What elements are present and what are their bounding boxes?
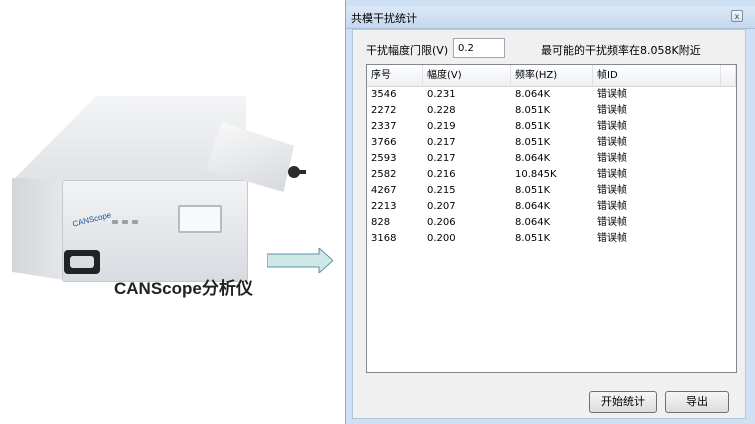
table-cell: 4267 xyxy=(371,185,397,196)
table-cell: 8.051K xyxy=(515,137,551,148)
table-cell: 0.219 xyxy=(427,121,456,132)
table-cell: 2272 xyxy=(371,105,397,116)
table-cell: 错误帧 xyxy=(597,201,627,212)
start-statistics-button[interactable]: 开始统计 xyxy=(589,391,657,413)
table-cell: 0.215 xyxy=(427,185,456,196)
table-row[interactable]: 4267 0.215 8.051K 错误帧 xyxy=(367,183,736,199)
probe-cable xyxy=(288,166,306,178)
table-cell: 错误帧 xyxy=(597,217,627,228)
listview-body: 3546 0.231 8.064K 错误帧 2272 0.228 8.051K 错误帧 2337… xyxy=(367,87,736,247)
column-header-index[interactable]: 序号 xyxy=(367,65,423,86)
table-cell: 2337 xyxy=(371,121,397,132)
table-cell: 0.217 xyxy=(427,137,456,148)
device-slot xyxy=(178,205,222,233)
table-cell: 8.051K xyxy=(515,185,551,196)
table-cell: 2593 xyxy=(371,153,397,164)
close-button[interactable]: x xyxy=(731,10,743,22)
table-cell: 3168 xyxy=(371,233,397,244)
table-row[interactable]: 3766 0.217 8.051K 错误帧 xyxy=(367,135,736,151)
table-cell: 828 xyxy=(371,217,391,228)
column-header-frequency[interactable]: 频率(HZ) xyxy=(511,65,593,86)
arrow-right-icon xyxy=(267,248,333,273)
table-row[interactable]: 828 0.206 8.064K 错误帧 xyxy=(367,215,736,231)
table-cell: 0.231 xyxy=(427,89,456,100)
table-cell: 错误帧 xyxy=(597,185,627,196)
device-leds xyxy=(112,220,142,228)
dialog-title: 共模干扰统计 xyxy=(351,12,417,25)
table-cell: 0.228 xyxy=(427,105,456,116)
table-row[interactable]: 2213 0.207 8.064K 错误帧 xyxy=(367,199,736,215)
product-illustration: CANScope CANScope分析仪 xyxy=(0,0,343,424)
table-cell: 错误帧 xyxy=(597,105,627,116)
column-header-frame-id[interactable]: 帧ID xyxy=(593,65,721,86)
export-button[interactable]: 导出 xyxy=(665,391,729,413)
table-row[interactable]: 3546 0.231 8.064K 错误帧 xyxy=(367,87,736,103)
table-cell: 3546 xyxy=(371,89,397,100)
table-cell: 错误帧 xyxy=(597,169,627,180)
table-cell: 错误帧 xyxy=(597,121,627,132)
table-cell: 2213 xyxy=(371,201,397,212)
table-cell: 错误帧 xyxy=(597,233,627,244)
table-cell: 8.051K xyxy=(515,121,551,132)
device-side xyxy=(12,178,64,280)
threshold-input[interactable] xyxy=(453,38,505,58)
dialog-client-area: 干扰幅度门限(V) 最可能的干扰频率在8.058K附近 序号 幅度(V) 频率(… xyxy=(352,29,746,419)
table-row[interactable]: 2337 0.219 8.051K 错误帧 xyxy=(367,119,736,135)
table-cell: 8.064K xyxy=(515,217,551,228)
table-cell: 错误帧 xyxy=(597,89,627,100)
table-cell: 0.200 xyxy=(427,233,456,244)
column-header-amplitude[interactable]: 幅度(V) xyxy=(423,65,511,86)
table-row[interactable]: 2272 0.228 8.051K 错误帧 xyxy=(367,103,736,119)
table-cell: 3766 xyxy=(371,137,397,148)
dialog-titlebar[interactable]: 共模干扰统计 x xyxy=(346,6,755,29)
table-cell: 错误帧 xyxy=(597,153,627,164)
table-cell: 8.051K xyxy=(515,105,551,116)
table-cell: 0.217 xyxy=(427,153,456,164)
results-listview[interactable]: 序号 幅度(V) 频率(HZ) 帧ID 3546 0.231 8.064K 错误帧 22… xyxy=(366,64,737,373)
table-cell: 2582 xyxy=(371,169,397,180)
device-power-button xyxy=(64,250,100,274)
table-cell: 8.064K xyxy=(515,89,551,100)
table-cell: 0.207 xyxy=(427,201,456,212)
table-row[interactable]: 3168 0.200 8.051K 错误帧 xyxy=(367,231,736,247)
listview-header: 序号 幅度(V) 频率(HZ) 帧ID xyxy=(367,65,736,87)
table-cell: 错误帧 xyxy=(597,137,627,148)
column-header-extra[interactable] xyxy=(721,65,736,86)
table-cell: 10.845K xyxy=(515,169,557,180)
table-cell: 0.216 xyxy=(427,169,456,180)
threshold-label: 干扰幅度门限(V) xyxy=(366,44,449,57)
table-cell: 0.206 xyxy=(427,217,456,228)
table-cell: 8.051K xyxy=(515,233,551,244)
table-row[interactable]: 2593 0.217 8.064K 错误帧 xyxy=(367,151,736,167)
product-caption: CANScope分析仪 xyxy=(114,279,253,298)
table-cell: 8.064K xyxy=(515,201,551,212)
table-cell: 8.064K xyxy=(515,153,551,164)
common-mode-dialog: 共模干扰统计 x 干扰幅度门限(V) 最可能的干扰频率在8.058K附近 序号 … xyxy=(345,0,755,424)
likely-frequency-label: 最可能的干扰频率在8.058K附近 xyxy=(541,44,701,57)
table-row[interactable]: 2582 0.216 10.845K 错误帧 xyxy=(367,167,736,183)
